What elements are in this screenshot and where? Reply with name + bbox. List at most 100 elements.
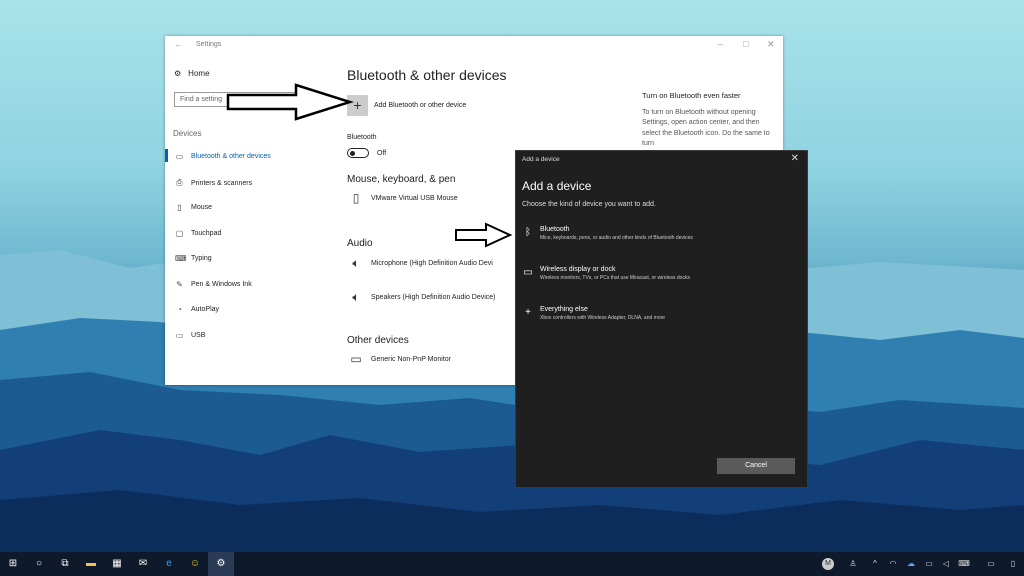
sidebar-item-pen[interactable]: ✎ Pen & Windows Ink (175, 280, 252, 289)
bluetooth-devices-icon: ▭ (175, 152, 184, 161)
toggle-switch-icon (347, 148, 369, 158)
minimize-icon[interactable]: – (718, 39, 723, 49)
printer-icon: ⎙ (176, 178, 183, 187)
add-device-button[interactable]: + Add Bluetooth or other device (347, 95, 466, 116)
keyboard-icon[interactable]: ⌨ (957, 552, 971, 576)
annotation-arrow-add-device (226, 83, 354, 121)
notifications-icon[interactable]: ▭ (984, 552, 998, 576)
avatar[interactable]: M (822, 558, 834, 570)
option-bluetooth[interactable]: ᛒ Bluetooth Mice, keyboards, pens, or au… (522, 226, 693, 241)
pen-icon: ✎ (176, 280, 183, 289)
nav-home[interactable]: ⚙ Home (174, 69, 210, 78)
dialog-heading: Add a device (522, 179, 592, 193)
device-label: Speakers (High Definition Audio Device) (371, 294, 496, 301)
usb-icon: ▭ (175, 331, 184, 340)
dialog-close-icon[interactable]: ✕ (791, 153, 799, 164)
people-icon[interactable]: ♙ (846, 552, 860, 576)
speaker-icon: 🔈︎ (352, 290, 360, 304)
bluetooth-label: Bluetooth (347, 134, 377, 141)
emoji-app-icon[interactable]: ☺ (182, 552, 208, 576)
sidebar-item-printers[interactable]: ⎙ Printers & scanners (175, 178, 252, 188)
nav-section-header: Devices (173, 129, 202, 138)
window-title: Settings (196, 41, 222, 48)
volume-icon[interactable]: ◁ (939, 552, 953, 576)
monitor-icon: ▭ (523, 267, 533, 278)
mouse-icon: ▯ (352, 191, 360, 205)
chevron-up-icon[interactable]: ^ (868, 552, 882, 576)
add-device-label: Add Bluetooth or other device (374, 102, 467, 109)
settings-titlebar: ← Settings – □ ✕ (165, 36, 783, 54)
start-icon[interactable]: ⊞ (0, 552, 26, 576)
sidebar-item-typing[interactable]: ⌨ Typing (175, 254, 212, 263)
cortana-icon[interactable]: ○ (26, 552, 52, 576)
sidebar-item-label: Bluetooth & other devices (191, 153, 271, 160)
task-view-icon[interactable]: ⧉ (52, 552, 78, 576)
section-audio: Audio (347, 238, 373, 249)
option-desc: Xbox controllers with Wireless Adapter, … (540, 315, 666, 321)
mouse-icon: ▯ (177, 203, 182, 212)
home-gear-icon: ⚙ (174, 69, 182, 78)
file-explorer-icon[interactable]: ▬ (78, 552, 104, 576)
sidebar-item-label: USB (191, 332, 206, 339)
sidebar-item-label: Typing (191, 255, 212, 262)
device-monitor[interactable]: ▭ Generic Non-PnP Monitor (347, 352, 451, 366)
plus-icon: + (525, 307, 531, 318)
option-everything-else[interactable]: + Everything else Xbox controllers with … (522, 306, 665, 321)
device-mouse[interactable]: ▯ VMware Virtual USB Mouse (347, 191, 458, 205)
touchpad-icon: ▢ (175, 229, 184, 238)
back-arrow-icon[interactable]: ← (174, 39, 183, 49)
device-label: VMware Virtual USB Mouse (371, 194, 458, 202)
page-title: Bluetooth & other devices (347, 67, 507, 83)
bluetooth-state: Off (377, 149, 387, 157)
add-device-dialog: Add a device ✕ Add a device Choose the k… (515, 150, 808, 488)
search-placeholder: Find a setting (180, 96, 223, 103)
option-wireless-display[interactable]: ▭ Wireless display or dock Wireless moni… (522, 266, 690, 281)
mail-icon[interactable]: ✉ (130, 552, 156, 576)
show-desktop-icon[interactable]: ▯ (1006, 552, 1020, 576)
option-title: Wireless display or dock (540, 266, 616, 273)
sidebar-item-bluetooth[interactable]: ▭ Bluetooth & other devices (165, 149, 271, 162)
option-desc: Mice, keyboards, pens, or audio and othe… (540, 235, 693, 241)
device-speakers[interactable]: 🔈︎ Speakers (High Definition Audio Devic… (347, 290, 496, 305)
autoplay-icon: ◔ (177, 305, 182, 314)
bluetooth-icon: ᛒ (525, 227, 531, 238)
cancel-button[interactable]: Cancel (717, 458, 795, 474)
home-label: Home (188, 69, 210, 78)
section-other-devices: Other devices (347, 335, 409, 346)
device-label: Generic Non-PnP Monitor (371, 355, 452, 363)
close-icon[interactable]: ✕ (767, 39, 775, 50)
device-microphone[interactable]: 🔈︎ Microphone (High Definition Audio Dev… (347, 256, 493, 271)
sidebar-item-autoplay[interactable]: ◔ AutoPlay (175, 305, 219, 314)
tip-title: Turn on Bluetooth even faster (642, 91, 741, 100)
sidebar-item-touchpad[interactable]: ▢ Touchpad (175, 229, 222, 238)
maximize-icon[interactable]: □ (743, 39, 748, 49)
related-tip: Turn on Bluetooth even faster To turn on… (642, 91, 777, 150)
sidebar-item-usb[interactable]: ▭ USB (175, 331, 206, 340)
sidebar-item-label: Printers & scanners (191, 179, 253, 187)
dialog-title: Add a device (522, 156, 560, 163)
edge-icon[interactable]: e (156, 552, 182, 576)
monitor-icon: ▭ (350, 352, 362, 366)
wifi-icon[interactable]: ◠ (886, 552, 900, 576)
option-desc: Wireless monitors, TVs, or PCs that use … (540, 275, 690, 281)
option-title: Bluetooth (540, 226, 570, 233)
tip-text: To turn on Bluetooth without opening Set… (642, 108, 770, 148)
store-icon[interactable]: ▦ (104, 552, 130, 576)
keyboard-icon: ⌨ (175, 254, 187, 263)
onedrive-icon[interactable]: ☁ (904, 552, 918, 576)
device-label: Microphone (High Definition Audio Devi (371, 260, 493, 267)
sidebar-item-label: AutoPlay (191, 306, 220, 313)
annotation-arrow-bluetooth (455, 222, 513, 248)
dialog-subtitle: Choose the kind of device you want to ad… (522, 201, 656, 208)
settings-icon[interactable]: ⚙ (208, 552, 234, 576)
sidebar-item-mouse[interactable]: ▯ Mouse (175, 203, 212, 212)
option-title: Everything else (540, 306, 588, 313)
taskbar: ⊞ ○ ⧉ ▬ ▦ ✉ e ☺ ⚙ M ♙ ^ ◠ ☁ ▭ ◁ ⌨ ▭ ▯ (0, 552, 1024, 576)
bluetooth-toggle[interactable]: Off (347, 148, 386, 158)
sidebar-item-label: Touchpad (191, 230, 222, 237)
network-icon[interactable]: ▭ (922, 552, 936, 576)
sidebar-item-label: Pen & Windows Ink (191, 281, 252, 288)
sidebar-item-label: Mouse (191, 204, 213, 211)
speaker-icon: 🔈︎ (352, 256, 360, 270)
section-mouse-keyboard-pen: Mouse, keyboard, & pen (347, 174, 456, 185)
